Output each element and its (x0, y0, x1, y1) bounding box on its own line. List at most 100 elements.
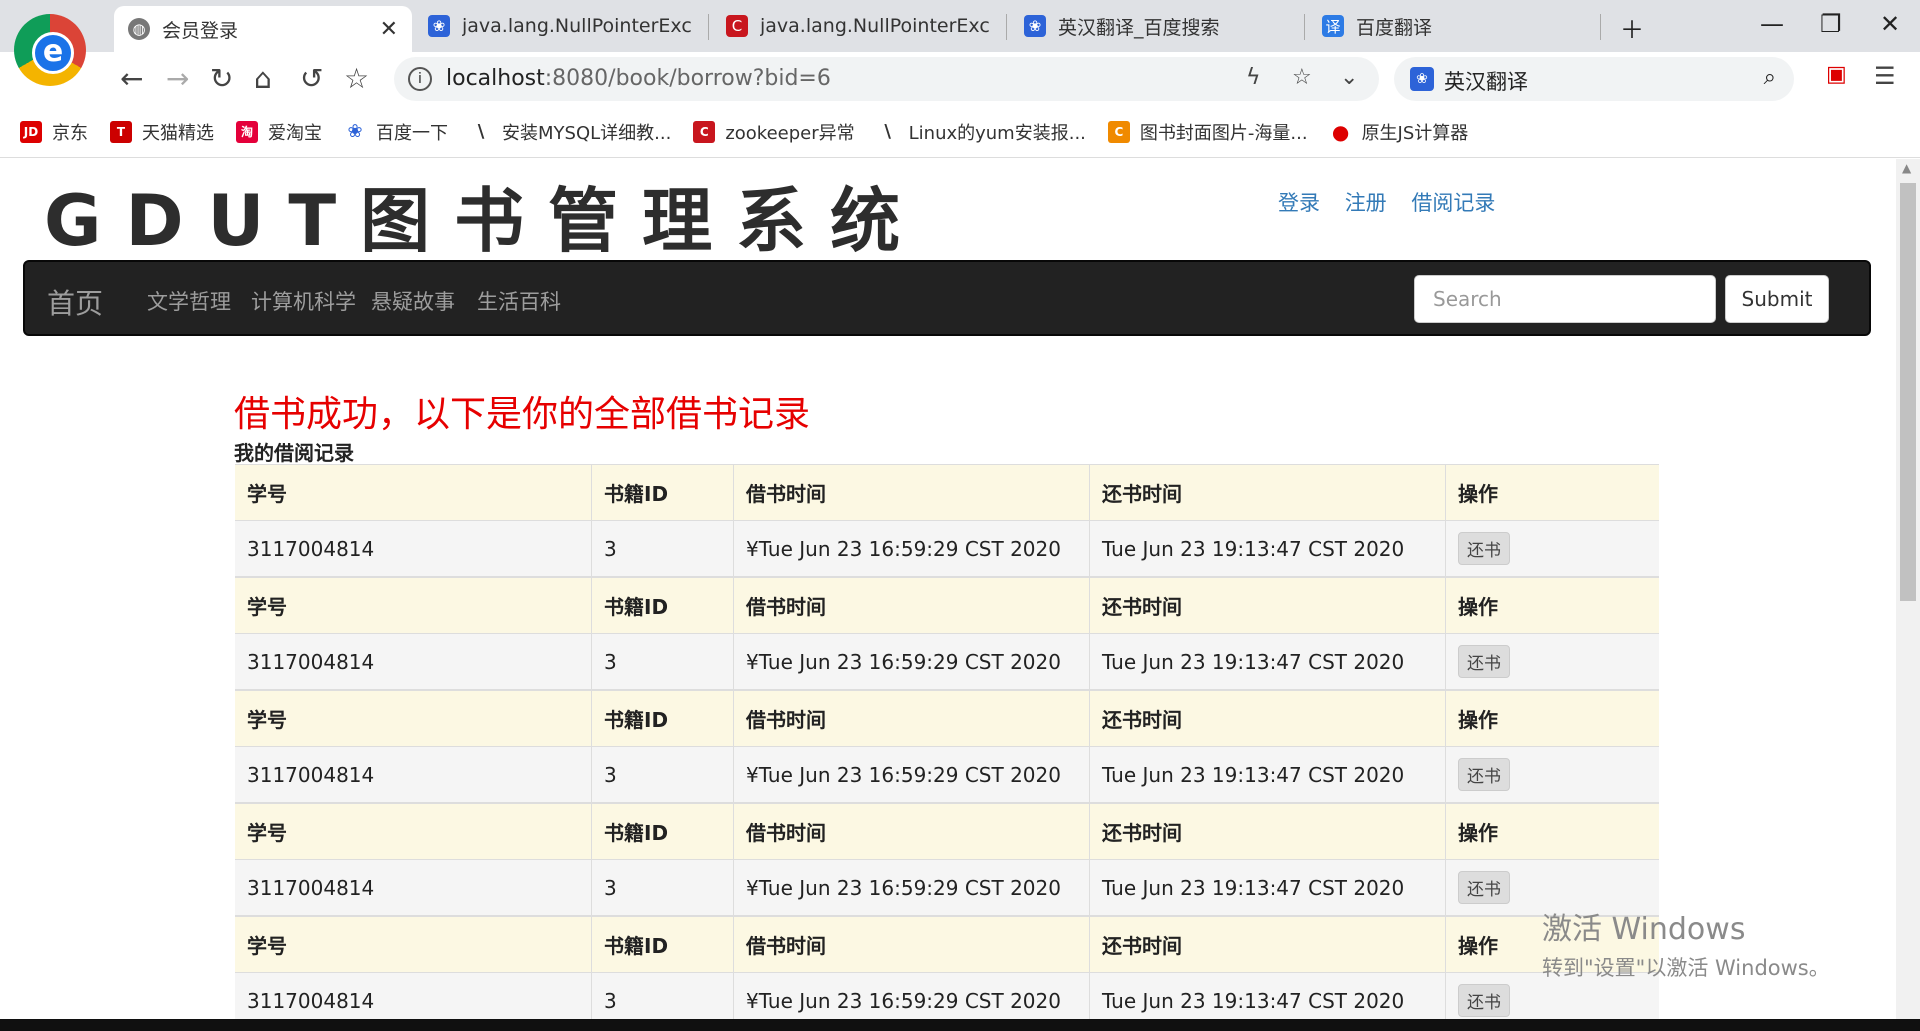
bookmark-item[interactable]: T 天猫精选 (110, 119, 214, 145)
cell-return-time: Tue Jun 23 19:13:47 CST 2020 (1090, 634, 1446, 689)
tab-separator (1600, 14, 1601, 40)
header-cell: 学号 (235, 691, 592, 746)
globe-icon: ◍ (128, 18, 150, 40)
login-link[interactable]: 登录 (1278, 191, 1320, 215)
header-cell: 学号 (235, 804, 592, 859)
forward-arrow-icon[interactable]: → (166, 62, 189, 95)
cell-book-id: 3 (592, 860, 734, 915)
tab-4[interactable]: ❀ 英汉翻译_百度搜索 (1010, 6, 1300, 46)
header-cell: 借书时间 (734, 917, 1090, 972)
bookmark-item[interactable]: JD 京东 (20, 119, 88, 145)
bookmark-label: 图书封面图片-海量... (1139, 122, 1308, 144)
bookmark-label: 原生JS计算器 (1361, 122, 1469, 144)
bookmark-item[interactable]: Czookeeper异常 (693, 119, 855, 145)
cell-book-id: 3 (592, 521, 734, 576)
reload-icon[interactable]: ↻ (210, 62, 233, 95)
menu-icon[interactable]: ☰ (1874, 62, 1896, 90)
bookmark-item[interactable]: \ 安装MYSQL详细教... (470, 119, 671, 145)
table-header-row: 学号 书籍ID 借书时间 还书时间 操作 (235, 465, 1659, 520)
back-arrow-icon[interactable]: ← (120, 62, 143, 95)
cell-action: 还书 (1446, 634, 1659, 689)
borrow-records-link[interactable]: 借阅记录 (1411, 191, 1495, 215)
bookmark-label: zookeeper异常 (725, 122, 855, 144)
close-tab-icon[interactable]: ✕ (380, 17, 398, 42)
address-url[interactable]: localhost:8080/book/borrow?bid=6 (446, 66, 831, 91)
cell-student-id: 3117004814 (235, 860, 592, 915)
site-search-submit-button[interactable]: Submit (1725, 275, 1829, 323)
header-cell: 借书时间 (734, 465, 1090, 520)
return-book-button[interactable]: 还书 (1458, 532, 1510, 565)
bookmark-label: 京东 (52, 122, 88, 144)
table-header-row: 学号 书籍ID 借书时间 还书时间 操作 (235, 804, 1659, 859)
nav-item-computer-science[interactable]: 计算机科学 (251, 286, 356, 316)
minimize-icon[interactable]: — (1760, 10, 1784, 38)
watermark-line-2: 转到"设置"以激活 Windows。 (1542, 956, 1830, 980)
cell-borrow-time: ¥Tue Jun 23 16:59:29 CST 2020 (734, 860, 1090, 915)
tab-5[interactable]: 译 百度翻译 (1308, 6, 1598, 46)
register-link[interactable]: 注册 (1345, 191, 1387, 215)
tab-title: 会员登录 (162, 19, 239, 42)
feather-icon: \ (470, 120, 492, 143)
new-tab-icon[interactable]: ＋ (1620, 10, 1644, 45)
cell-return-time: Tue Jun 23 19:13:47 CST 2020 (1090, 747, 1446, 802)
nav-item-lifestyle[interactable]: 生活百科 (477, 286, 561, 316)
cell-return-time: Tue Jun 23 19:13:47 CST 2020 (1090, 860, 1446, 915)
bookmark-star-icon[interactable]: ☆ (344, 62, 369, 95)
bookmark-label: 爱淘宝 (268, 122, 322, 144)
header-cell: 操作 (1458, 821, 1498, 845)
undo-icon[interactable]: ↺ (300, 62, 323, 95)
header-cell: 还书时间 (1090, 917, 1446, 972)
bookmark-label: 安装MYSQL详细教... (502, 122, 672, 144)
return-book-button[interactable]: 还书 (1458, 984, 1510, 1017)
bookmark-item[interactable]: C 图书封面图片-海量... (1107, 119, 1308, 145)
page-scrollbar[interactable]: ▲ (1896, 159, 1920, 1031)
restore-icon[interactable]: ❐ (1820, 10, 1842, 38)
site-title: GDUT图书管理系统 (44, 180, 925, 262)
engine-search-box[interactable]: ❀ 英汉翻译 ⌕ (1394, 57, 1794, 101)
address-bar[interactable]: i localhost:8080/book/borrow?bid=6 ϟ ☆ ⌄ (394, 57, 1379, 101)
return-book-button[interactable]: 还书 (1458, 645, 1510, 678)
tab-3[interactable]: C java.lang.NullPointerExcep (712, 6, 1002, 46)
record-block: 学号 书籍ID 借书时间 还书时间 操作 3117004814 3 ¥Tue Jun 23 1… (235, 915, 1659, 1028)
return-book-button[interactable]: 还书 (1458, 758, 1510, 791)
bookmark-item[interactable]: \ Linux的yum安装报... (876, 119, 1086, 145)
record-block: 学号 书籍ID 借书时间 还书时间 操作 3117004814 3 ¥Tue Jun 23 1… (235, 464, 1659, 576)
close-window-icon[interactable]: ✕ (1880, 10, 1900, 38)
header-cell: 借书时间 (734, 578, 1090, 633)
calculator-site-icon: ● (1329, 120, 1352, 144)
chevron-down-icon[interactable]: ⌄ (1340, 65, 1358, 90)
header-cell: 学号 (235, 917, 592, 972)
main-navbar: 首页 文学哲理 计算机科学 悬疑故事 生活百科 Submit (23, 260, 1871, 336)
lightning-icon[interactable]: ϟ (1246, 65, 1261, 90)
search-icon[interactable]: ⌕ (1764, 65, 1776, 90)
pdf-icon[interactable]: ▣ (1826, 62, 1847, 87)
bookmark-item[interactable]: 淘爱淘宝 (236, 119, 322, 145)
table-header-row: 学号 书籍ID 借书时间 还书时间 操作 (235, 691, 1659, 746)
home-icon[interactable]: ⌂ (254, 62, 272, 95)
header-cell: 学号 (235, 578, 592, 633)
header-cell: 借书时间 (734, 804, 1090, 859)
favorite-star-icon[interactable]: ☆ (1292, 65, 1312, 90)
header-cell: 书籍ID (592, 465, 734, 520)
csdn-icon: C (726, 15, 748, 37)
nav-home[interactable]: 首页 (47, 282, 103, 322)
header-cell: 书籍ID (592, 917, 734, 972)
record-block: 学号 书籍ID 借书时间 还书时间 操作 3117004814 3 ¥Tue Jun 23 1… (235, 689, 1659, 802)
site-info-icon[interactable]: i (408, 67, 432, 91)
records-subtitle: 我的借阅记录 (234, 441, 354, 465)
borrow-records-table: 学号 书籍ID 借书时间 还书时间 操作 3117004814 3 ¥Tue Jun 23 1… (235, 464, 1659, 1028)
engine-search-text[interactable]: 英汉翻译 (1444, 66, 1528, 96)
bookmark-item[interactable]: ❀ 百度一下 (344, 119, 448, 145)
nav-item-mystery[interactable]: 悬疑故事 (371, 286, 455, 316)
nav-item-literature[interactable]: 文学哲理 (147, 286, 231, 316)
bookmark-item[interactable]: ● 原生JS计算器 (1329, 119, 1469, 145)
tab-2[interactable]: ❀ java.lang.NullPointerExcept (414, 6, 704, 46)
return-book-button[interactable]: 还书 (1458, 871, 1510, 904)
cell-book-id: 3 (592, 747, 734, 802)
scrollbar-thumb[interactable] (1900, 183, 1916, 601)
site-search-input[interactable] (1414, 275, 1716, 323)
tab-title: 百度翻译 (1356, 16, 1433, 39)
tab-1[interactable]: ◍ 会员登录 ✕ (114, 6, 412, 52)
scroll-up-icon[interactable]: ▲ (1902, 161, 1911, 175)
cell-student-id: 3117004814 (235, 521, 592, 576)
